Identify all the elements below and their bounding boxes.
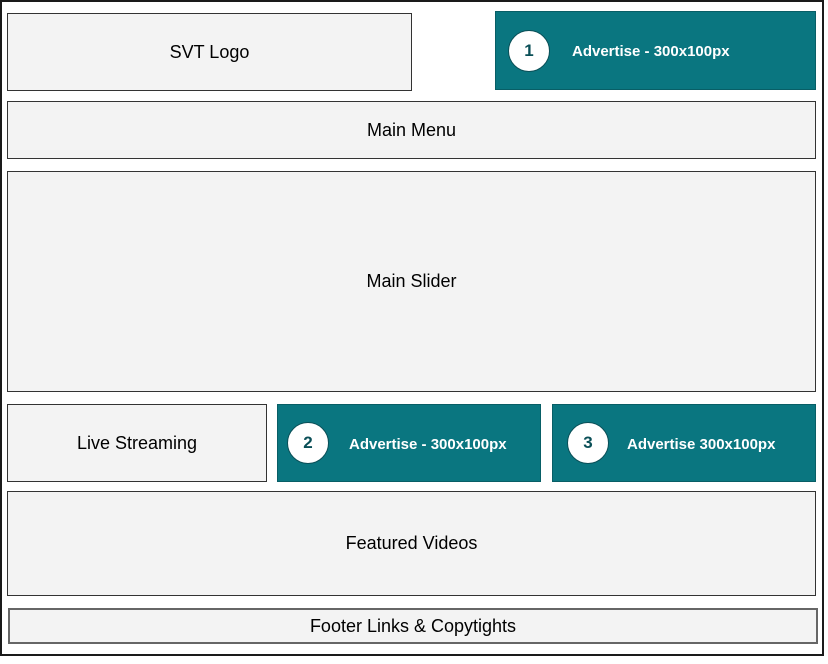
slot-number-badge-1: 1 — [508, 30, 550, 72]
advertise-label-1: Advertise - 300x100px — [572, 43, 730, 60]
main-slider-label: Main Slider — [366, 271, 457, 291]
footer-label: Footer Links & Copytights — [309, 615, 517, 636]
logo-label: SVT Logo — [169, 41, 250, 62]
logo-block: SVT Logo — [7, 13, 412, 91]
live-streaming-label: Live Streaming — [76, 432, 198, 453]
featured-videos-label: Featured Videos — [345, 533, 478, 553]
footer-block: Footer Links & Copytights — [8, 608, 818, 644]
advertise-label-2: Advertise - 300x100px — [349, 436, 507, 453]
main-slider-block: Main Slider — [7, 171, 816, 392]
advertise-slot-1: 1 Advertise - 300x100px — [495, 11, 816, 90]
main-menu-block: Main Menu — [7, 101, 816, 159]
advertise-label-3: Advertise 300x100px — [627, 436, 776, 453]
slot-number-badge-3: 3 — [567, 422, 609, 464]
main-menu-label: Main Menu — [366, 119, 457, 140]
live-streaming-block: Live Streaming — [7, 404, 267, 482]
slot-number-badge-2: 2 — [287, 422, 329, 464]
featured-videos-block: Featured Videos — [7, 491, 816, 596]
advertise-slot-2: 2 Advertise - 300x100px — [277, 404, 541, 482]
page-wireframe: SVT Logo 1 Advertise - 300x100px Main Me… — [0, 0, 824, 656]
advertise-slot-3: 3 Advertise 300x100px — [552, 404, 816, 482]
